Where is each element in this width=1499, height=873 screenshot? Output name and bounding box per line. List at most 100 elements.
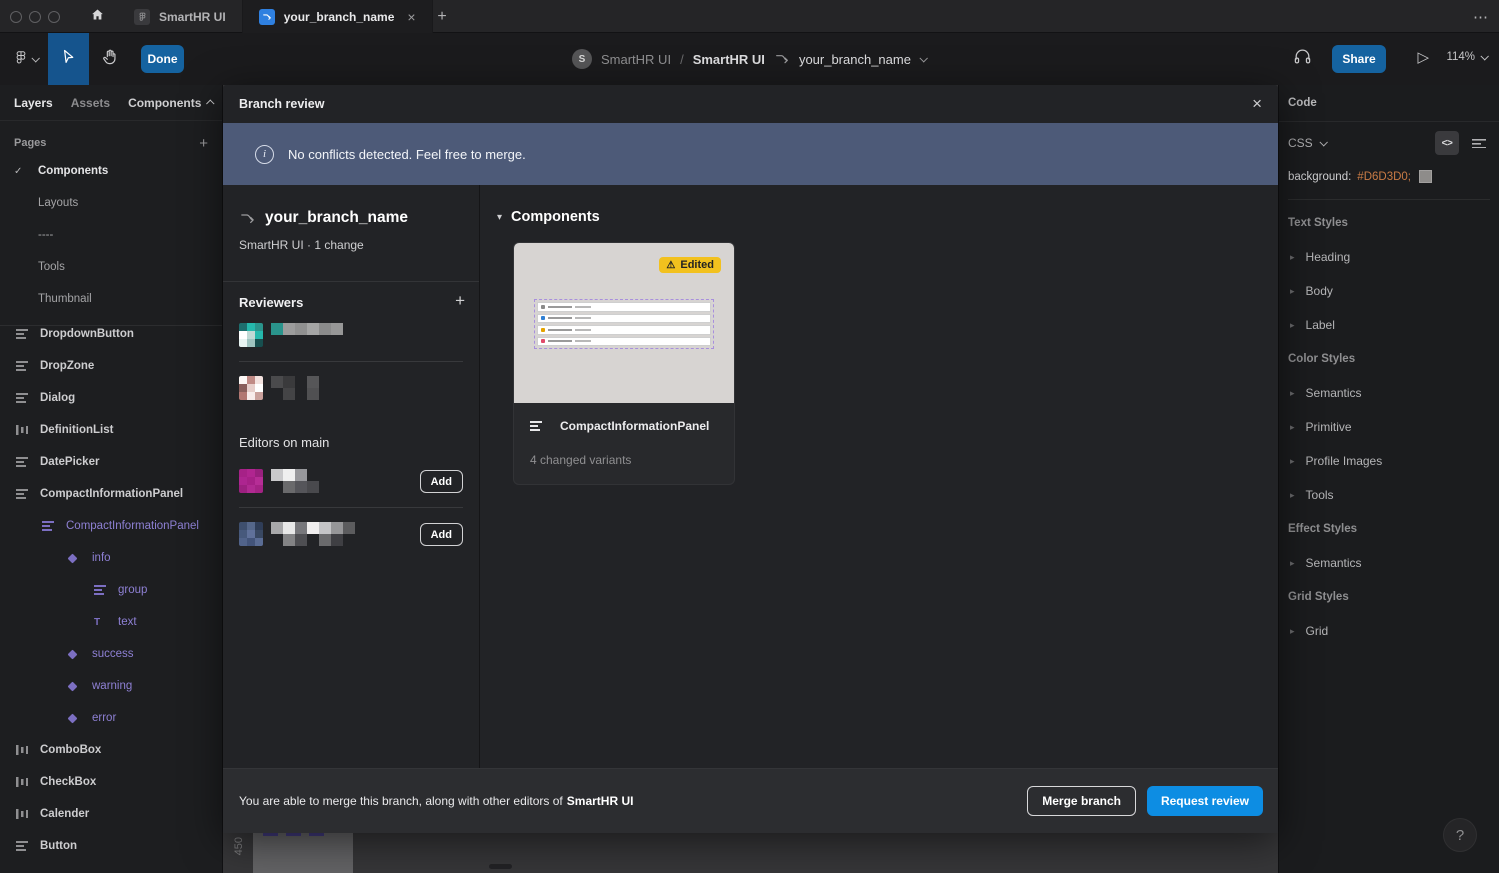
horizontal-scrollbar[interactable] bbox=[489, 864, 512, 869]
style-section-title: Color Styles bbox=[1279, 342, 1499, 376]
add-editor-button[interactable]: Add bbox=[420, 523, 463, 546]
layer-row[interactable]: CheckBox bbox=[0, 766, 222, 798]
close-tab-icon[interactable]: × bbox=[407, 9, 415, 25]
move-tool-button[interactable] bbox=[48, 33, 89, 85]
layer-row[interactable]: Calender bbox=[0, 798, 222, 830]
tab-branch[interactable]: your_branch_name × bbox=[243, 0, 433, 33]
variant-status-icon bbox=[541, 316, 545, 320]
layer-row[interactable]: success bbox=[0, 638, 222, 670]
avatar bbox=[239, 376, 263, 400]
huddle-button[interactable] bbox=[1286, 43, 1318, 75]
toolbar: Done S SmartHR UI / SmartHR UI your_bran… bbox=[0, 33, 1499, 85]
style-item[interactable]: ▸Heading bbox=[1279, 240, 1499, 274]
chevron-down-icon[interactable] bbox=[919, 54, 927, 62]
component-card[interactable]: ⚠ Edited CompactInformationPanel 4 chang… bbox=[513, 242, 735, 485]
style-item[interactable]: ▸ Tools bbox=[1279, 478, 1499, 512]
variant-row bbox=[537, 302, 711, 312]
tab-file-label: SmartHR UI bbox=[159, 10, 226, 24]
page-item[interactable]: Layouts bbox=[0, 187, 222, 219]
no-conflicts-banner: i No conflicts detected. Feel free to me… bbox=[223, 123, 1278, 185]
window-controls[interactable] bbox=[10, 0, 60, 33]
add-reviewer-icon[interactable]: + bbox=[455, 291, 465, 311]
modal-right-column: ▾ Components ⚠ Edited CompactInformation… bbox=[480, 185, 1278, 768]
window-more-button[interactable]: ⋯ bbox=[1473, 0, 1489, 33]
close-window-icon[interactable] bbox=[10, 11, 22, 23]
page-item[interactable]: Thumbnail bbox=[0, 283, 222, 315]
help-button[interactable]: ? bbox=[1443, 818, 1477, 852]
layer-row[interactable]: CompactInformationPanel bbox=[0, 510, 222, 542]
layer-row[interactable]: CompactInformationPanel bbox=[0, 478, 222, 510]
close-icon[interactable]: × bbox=[1252, 94, 1262, 114]
layer-row[interactable]: Dialog bbox=[0, 382, 222, 414]
style-item[interactable]: ▸Label bbox=[1279, 308, 1499, 342]
main-menu-button[interactable] bbox=[8, 33, 44, 85]
style-item[interactable]: ▸Body bbox=[1279, 274, 1499, 308]
chevron-right-icon: ▸ bbox=[1290, 490, 1295, 501]
done-button[interactable]: Done bbox=[141, 45, 184, 73]
merge-branch-button[interactable]: Merge branch bbox=[1027, 786, 1136, 816]
breadcrumb-project[interactable]: SmartHR UI bbox=[601, 52, 671, 67]
add-page-button[interactable]: + bbox=[199, 135, 208, 152]
avatar bbox=[239, 522, 263, 546]
variant-row bbox=[537, 325, 711, 335]
components-title: Components bbox=[511, 209, 600, 225]
zoom-level: 114% bbox=[1446, 51, 1475, 63]
page-item[interactable]: ---- bbox=[0, 219, 222, 251]
add-editor-button[interactable]: Add bbox=[420, 470, 463, 493]
tab-file[interactable]: SmartHR UI bbox=[118, 0, 243, 33]
new-tab-button[interactable]: + bbox=[428, 0, 456, 33]
style-item-label: Tools bbox=[1306, 488, 1334, 502]
layer-row[interactable]: group bbox=[0, 574, 222, 606]
panel-selector-components[interactable]: Components bbox=[128, 96, 214, 110]
breadcrumb-branch[interactable]: your_branch_name bbox=[799, 52, 911, 67]
page-item[interactable]: ✓Components bbox=[0, 155, 222, 187]
home-button[interactable] bbox=[83, 0, 111, 33]
style-item[interactable]: ▸Profile Images bbox=[1279, 444, 1499, 478]
layer-row[interactable]: warning bbox=[0, 670, 222, 702]
component-set-icon bbox=[530, 421, 542, 431]
maximize-window-icon[interactable] bbox=[48, 11, 60, 23]
bars-icon bbox=[16, 425, 32, 435]
pages-header: Pages + bbox=[0, 131, 222, 155]
code-options-icon[interactable] bbox=[1472, 138, 1486, 148]
layer-row[interactable]: DefinitionList bbox=[0, 414, 222, 446]
style-section-title: Text Styles bbox=[1279, 206, 1499, 240]
figma-logo-icon bbox=[14, 50, 28, 69]
style-item[interactable]: ▸Semantics bbox=[1279, 546, 1499, 580]
modal-footer: You are able to merge this branch, along… bbox=[223, 768, 1278, 833]
present-button[interactable]: ▷ bbox=[1417, 48, 1429, 66]
chevron-down-icon[interactable] bbox=[1319, 138, 1327, 146]
edited-badge: ⚠ Edited bbox=[659, 257, 721, 273]
components-heading[interactable]: ▾ Components bbox=[497, 209, 600, 225]
hand-tool-button[interactable] bbox=[92, 33, 128, 85]
layer-row[interactable]: Button bbox=[0, 830, 222, 862]
style-item[interactable]: ▸Grid bbox=[1279, 614, 1499, 648]
tab-layers[interactable]: Layers bbox=[14, 96, 53, 110]
breadcrumb-file[interactable]: SmartHR UI bbox=[693, 52, 765, 67]
style-item[interactable]: ▸Primitive bbox=[1279, 410, 1499, 444]
layer-row[interactable]: DropZone bbox=[0, 350, 222, 382]
layer-label: warning bbox=[92, 680, 132, 692]
layer-row[interactable]: error bbox=[0, 702, 222, 734]
variant-status-icon bbox=[541, 328, 545, 332]
request-review-button[interactable]: Request review bbox=[1147, 786, 1263, 816]
lines-icon bbox=[42, 521, 58, 531]
divider bbox=[239, 361, 463, 362]
code-view-button[interactable]: <> bbox=[1435, 131, 1459, 155]
layer-label: DropZone bbox=[40, 360, 94, 372]
zoom-control[interactable]: 114% bbox=[1446, 51, 1487, 63]
layer-row[interactable]: Ttext bbox=[0, 606, 222, 638]
tab-assets[interactable]: Assets bbox=[71, 96, 110, 110]
minimize-window-icon[interactable] bbox=[29, 11, 41, 23]
css-dropdown[interactable]: CSS bbox=[1288, 136, 1313, 150]
style-item[interactable]: ▸Semantics bbox=[1279, 376, 1499, 410]
layer-row[interactable]: DropdownButton bbox=[0, 325, 222, 350]
layer-row[interactable]: DatePicker bbox=[0, 446, 222, 478]
chevron-right-icon: ▸ bbox=[1290, 252, 1295, 263]
share-button[interactable]: Share bbox=[1332, 45, 1386, 73]
layer-row[interactable]: ComboBox bbox=[0, 734, 222, 766]
avatar[interactable]: S bbox=[572, 49, 592, 69]
lines-icon bbox=[16, 361, 32, 371]
layer-row[interactable]: info bbox=[0, 542, 222, 574]
page-item[interactable]: Tools bbox=[0, 251, 222, 283]
